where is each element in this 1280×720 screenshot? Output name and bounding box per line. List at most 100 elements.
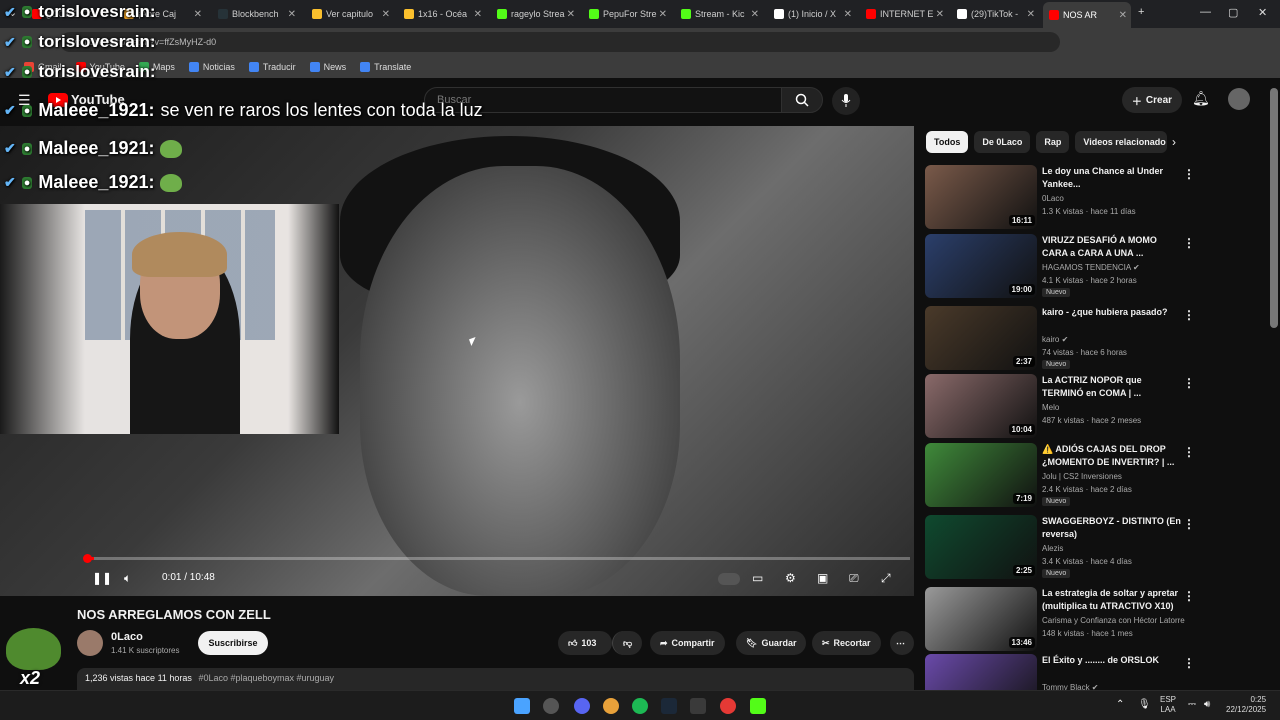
video-description[interactable]: 1,236 vistas hace 11 horas #0Laco #plaqu… [77, 668, 914, 690]
recommended-title[interactable]: ⚠️ ADIÓS CAJAS DEL DROP ¿MOMENTO DE INVE… [1042, 443, 1182, 469]
opera-icon[interactable] [720, 698, 736, 714]
search-button[interactable] [781, 87, 823, 113]
more-options-icon[interactable]: ⋮ [1183, 517, 1195, 531]
more-options-icon[interactable]: ⋮ [1183, 236, 1195, 250]
url-bar[interactable]: youtube.com/watch?v=ffZsMyHZ-d0 [60, 32, 1060, 52]
bookmark-item[interactable]: News [309, 62, 346, 72]
browser-tab[interactable]: Stream - Kic ✕ [675, 4, 763, 24]
browser-tab[interactable]: Ver capitulo ✕ [306, 4, 394, 24]
tab-close-icon[interactable]: ✕ [382, 9, 390, 20]
recommended-video[interactable]: 10:04 La ACTRIZ NOPOR que TERMINÓ en COMA… [925, 374, 1195, 438]
filter-chip[interactable]: De 0Laco [974, 131, 1031, 153]
recommended-video[interactable]: 2:37 kairo - ¿que hubiera pasado? kairo ✔ 7… [925, 306, 1195, 370]
close-window-icon[interactable]: ✕ [1258, 6, 1267, 19]
fullscreen-icon[interactable]: ⤢ [881, 571, 891, 586]
tab-close-icon[interactable]: ✕ [844, 9, 852, 20]
channel-name[interactable]: 0Laco [111, 631, 143, 643]
bookmark-item[interactable]: Traducir [248, 62, 296, 72]
recommended-channel[interactable]: kairo ✔ [1042, 335, 1068, 344]
tab-close-icon[interactable]: ✕ [288, 9, 296, 20]
create-button[interactable]: ＋ Crear [1122, 87, 1182, 113]
recommended-video[interactable]: 2:25 SWAGGERBOYZ - DISTINTO (En reversa) A… [925, 515, 1195, 579]
bookmark-item[interactable]: Translate [360, 62, 411, 72]
like-button[interactable]: 👍︎ 103 [558, 631, 612, 655]
recommended-channel[interactable]: Alezis [1042, 544, 1063, 553]
kick-icon[interactable] [750, 698, 766, 714]
more-options-icon[interactable]: ⋮ [1183, 656, 1195, 670]
tab-close-icon[interactable]: ✕ [567, 9, 575, 20]
app-icon-generic[interactable] [543, 698, 559, 714]
filter-chip[interactable]: Todos [926, 131, 969, 153]
bookmark-item[interactable]: Noticias [188, 62, 235, 72]
recommended-title[interactable]: La estrategia de soltar y apretar (multi… [1042, 587, 1182, 613]
steam-icon[interactable] [661, 698, 677, 714]
browser-tab[interactable]: PepuFor Stre ✕ [583, 4, 671, 24]
miniplayer-icon[interactable]: ▣ [817, 571, 828, 585]
pause-button[interactable]: ❚❚ [92, 571, 112, 585]
volume-icon[interactable]: 🔈︎ [124, 571, 131, 586]
voice-search-button[interactable] [832, 87, 860, 115]
speaker-icon[interactable]: 🔊︎ [1204, 699, 1210, 710]
clip-button[interactable]: ✂ Recortar [812, 631, 881, 655]
recommended-channel[interactable]: HAGAMOS TENDENCIA ✔ [1042, 263, 1140, 272]
tab-close-icon[interactable]: ✕ [1027, 9, 1035, 20]
recommended-channel[interactable]: Jolu | CS2 Inversiones [1042, 472, 1122, 481]
dislike-button[interactable]: 👎︎ [612, 631, 642, 655]
page-scrollbar[interactable] [1270, 88, 1278, 328]
tab-close-icon[interactable]: ✕ [474, 9, 482, 20]
settings-gear-icon[interactable]: ⚙ [785, 571, 796, 585]
recommended-channel[interactable]: 0Laco [1042, 194, 1064, 203]
minimize-icon[interactable]: — [1200, 6, 1211, 18]
filter-chip[interactable]: Rap [1036, 131, 1070, 153]
share-button[interactable]: ➦ Compartir [650, 631, 725, 655]
language-indicator[interactable]: ESP LAA [1160, 695, 1176, 715]
windows-start-icon[interactable] [514, 698, 530, 714]
more-options-icon[interactable]: ⋮ [1183, 376, 1195, 390]
account-avatar[interactable] [1228, 88, 1250, 110]
recommended-channel[interactable]: Melo [1042, 403, 1059, 412]
tab-close-icon[interactable]: ✕ [659, 9, 667, 20]
recommended-title[interactable]: El Éxito y ........ de ORSLOK [1042, 654, 1182, 667]
browser-tab[interactable]: rageylo Strea ✕ [491, 4, 579, 24]
more-options-icon[interactable]: ⋮ [1183, 308, 1195, 322]
browser-tab[interactable]: INTERNET E ✕ [860, 4, 948, 24]
more-options-icon[interactable]: ⋮ [1183, 167, 1195, 181]
tab-close-icon[interactable]: ✕ [1119, 10, 1127, 21]
spotify-icon[interactable] [632, 698, 648, 714]
more-options-icon[interactable]: ⋮ [1183, 445, 1195, 459]
progress-scrubber[interactable] [83, 554, 92, 563]
tab-close-icon[interactable]: ✕ [194, 9, 202, 20]
browser-tab[interactable]: Blockbench ✕ [212, 4, 300, 24]
new-tab-button[interactable]: + [1138, 6, 1144, 18]
channel-avatar[interactable] [77, 630, 103, 656]
recommended-video[interactable]: 19:00 VIRUZZ DESAFIÓ A MOMO CARA a CARA A… [925, 234, 1195, 298]
recommended-video[interactable]: 7:19 ⚠️ ADIÓS CAJAS DEL DROP ¿MOMENTO DE … [925, 443, 1195, 507]
progress-bar[interactable] [86, 557, 910, 560]
recommended-title[interactable]: kairo - ¿que hubiera pasado? [1042, 306, 1182, 319]
save-button[interactable]: 🔖︎ Guardar [736, 631, 807, 655]
tray-chevron-icon[interactable]: ⌃ [1116, 699, 1124, 710]
browser-tab[interactable]: NOS AR ✕ [1043, 2, 1131, 28]
filter-chip[interactable]: Videos relacionado [1075, 131, 1168, 153]
cast-icon[interactable]: ⎚ [849, 571, 859, 586]
network-icon[interactable]: ⎓ [1188, 699, 1196, 710]
subscribe-button[interactable]: Suscribirse [198, 631, 268, 655]
hashtags[interactable]: #0Laco #plaqueboymax #uruguay [198, 673, 334, 683]
recommended-video[interactable]: 16:11 Le doy una Chance al Under Yankee..… [925, 165, 1195, 229]
recommended-title[interactable]: VIRUZZ DESAFIÓ A MOMO CARA a CARA A UNA … [1042, 234, 1182, 260]
more-actions-button[interactable]: ⋯ [890, 631, 914, 655]
recommended-video[interactable]: 13:46 La estrategia de soltar y apretar (… [925, 587, 1195, 651]
browser-tab[interactable]: (1) Inicio / X ✕ [768, 4, 856, 24]
system-clock[interactable]: 0:25 22/12/2025 [1226, 695, 1266, 715]
recommended-channel[interactable]: Carisma y Confianza con Héctor Latorre [1042, 616, 1185, 625]
autoplay-toggle[interactable] [718, 573, 740, 585]
recommended-title[interactable]: La ACTRIZ NOPOR que TERMINÓ en COMA | ..… [1042, 374, 1182, 400]
recommended-title[interactable]: Le doy una Chance al Under Yankee... [1042, 165, 1182, 191]
more-options-icon[interactable]: ⋮ [1183, 589, 1195, 603]
discord-icon[interactable] [574, 698, 590, 714]
chrome-icon[interactable] [603, 698, 619, 714]
chevron-right-icon[interactable]: › [1172, 135, 1176, 149]
tab-close-icon[interactable]: ✕ [936, 9, 944, 20]
browser-tab[interactable]: 1x16 - Océa ✕ [398, 4, 486, 24]
browser-tab[interactable]: (29)TikTok - ✕ [951, 4, 1039, 24]
